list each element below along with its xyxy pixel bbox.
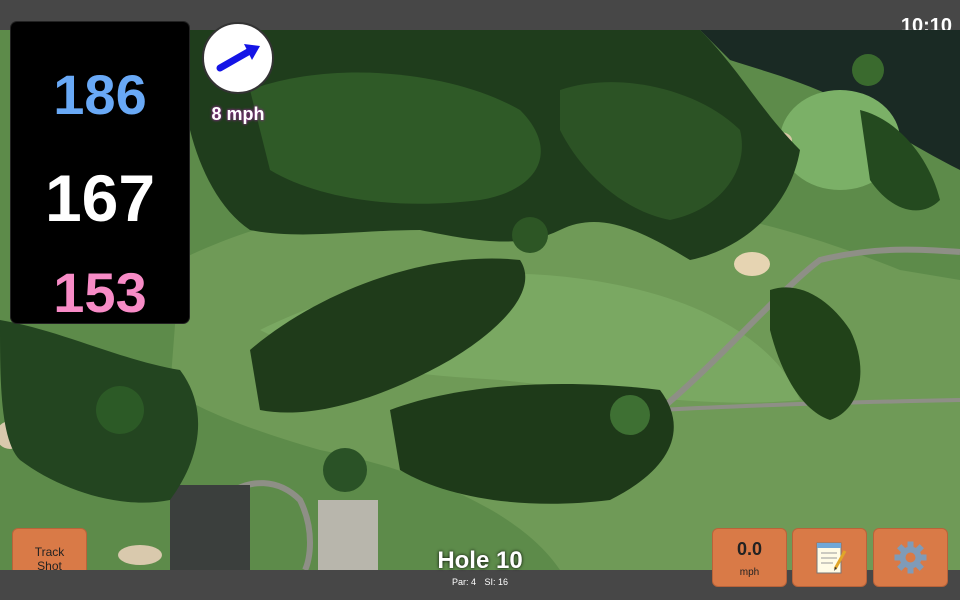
distance-middle: 167 xyxy=(44,161,156,235)
hole-title: Hole 10 xyxy=(437,547,523,574)
wind-speed: 8 mph xyxy=(211,104,265,124)
speed-button[interactable]: 0.0 mph xyxy=(712,528,787,587)
gear-icon xyxy=(894,541,927,574)
speed-unit: mph xyxy=(739,567,760,578)
distance-back: 186 xyxy=(53,63,147,126)
hole-stroke-index: SI: 16 xyxy=(484,577,509,587)
notepad-icon xyxy=(816,542,847,574)
speed-value: 0.0 xyxy=(736,539,763,559)
notes-button[interactable] xyxy=(792,528,867,587)
hole-par: Par: 4 xyxy=(451,577,476,587)
hole-details: Par: 4 SI: 16 xyxy=(380,577,580,587)
settings-button[interactable] xyxy=(873,528,948,587)
distance-front: 153 xyxy=(53,261,147,324)
wind-indicator xyxy=(202,22,274,94)
distance-panel: 186 167 153 xyxy=(11,22,189,324)
arrow-icon xyxy=(216,44,260,72)
track-shot-label-line1: Track xyxy=(34,545,65,559)
